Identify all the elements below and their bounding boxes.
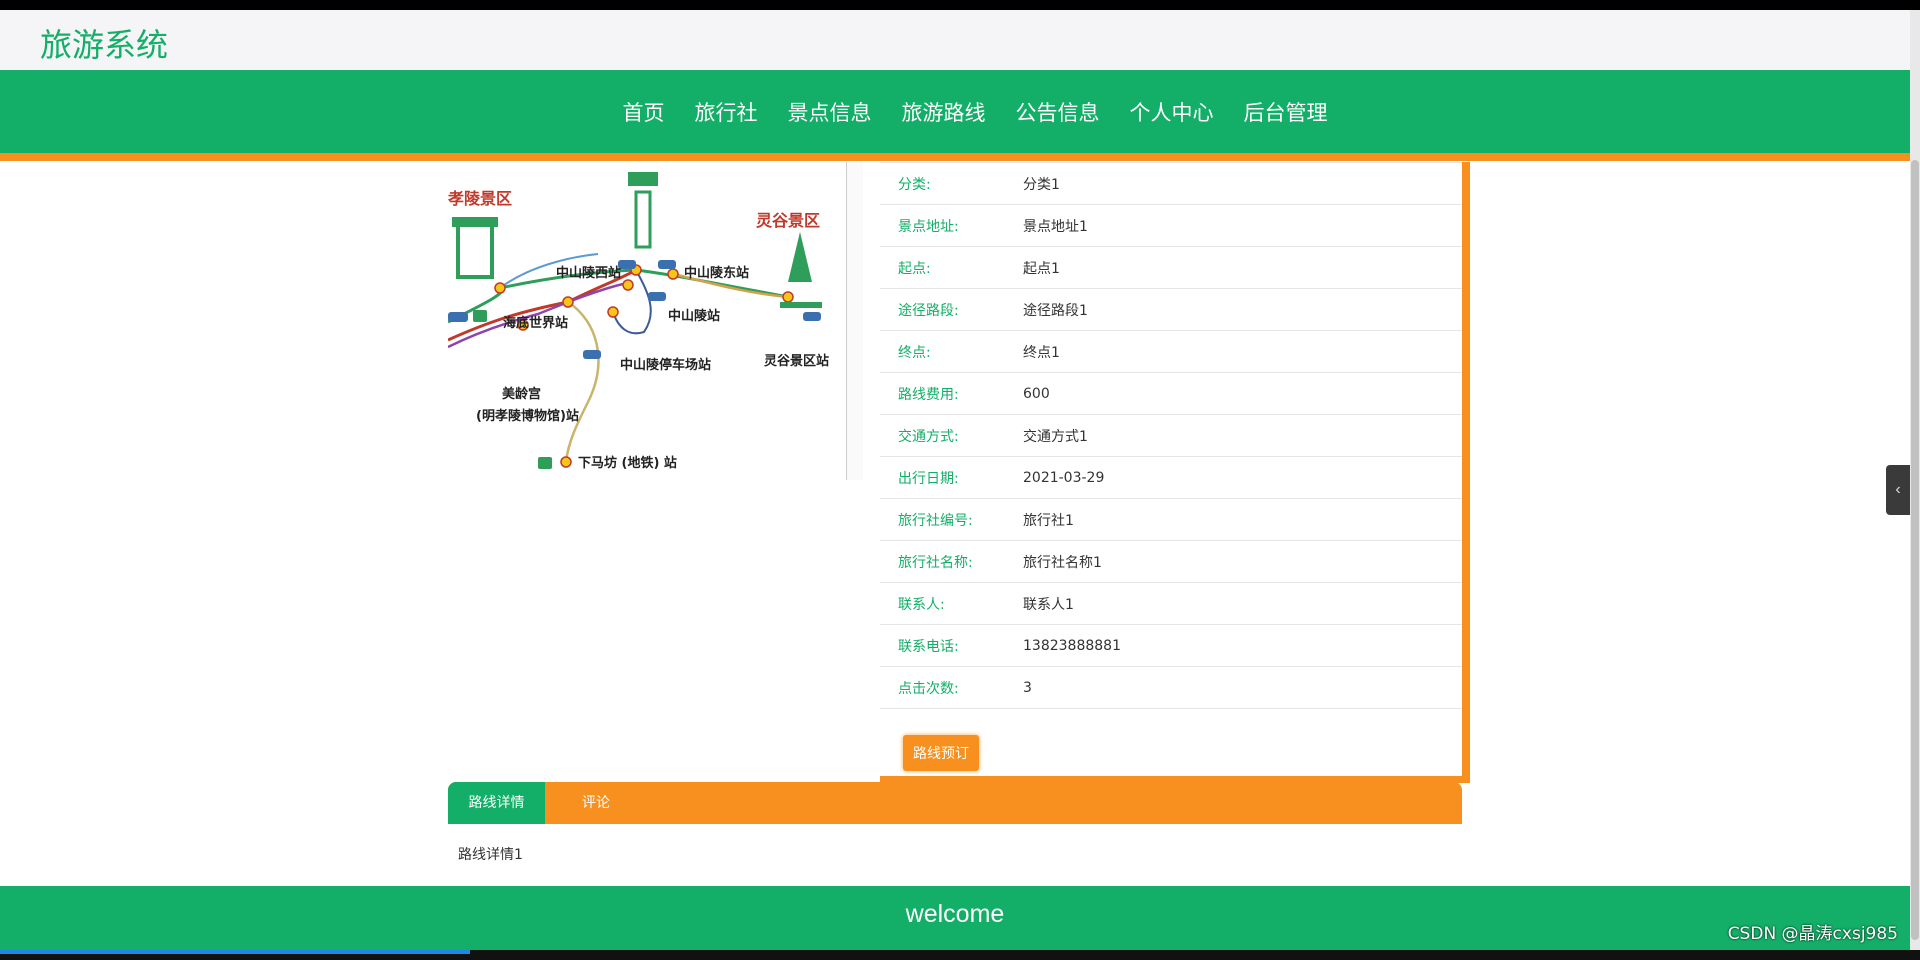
detail-row: 点击次数: 3 bbox=[880, 666, 1462, 709]
detail-value: 分类1 bbox=[1023, 176, 1060, 193]
tab-content: 路线详情1 bbox=[458, 847, 523, 863]
tab-route-details[interactable]: 路线详情 bbox=[448, 782, 545, 824]
route-map-svg: 孝陵景区 灵谷景区 中山陵西站 中山陵东站 中山陵站 海底世界站 中山陵停车场站… bbox=[448, 162, 846, 480]
map-label-parking: 中山陵停车场站 bbox=[620, 357, 711, 373]
nav-item-attractions[interactable]: 景点信息 bbox=[773, 97, 887, 127]
detail-row: 路线费用: 600 bbox=[880, 372, 1462, 414]
page-scrollbar[interactable] bbox=[1910, 10, 1920, 950]
map-label-linggu-station: 灵谷景区站 bbox=[764, 353, 829, 369]
map-label-meiling-sub: (明孝陵博物馆)站 bbox=[476, 408, 579, 424]
detail-label: 出行日期: bbox=[898, 470, 959, 487]
route-details: 分类: 分类1 景点地址: 景点地址1 起点: 起点1 途径路段: 途径路段1 … bbox=[880, 162, 1470, 783]
detail-label: 路线费用: bbox=[898, 386, 959, 403]
scrollbar-thumb[interactable] bbox=[1911, 160, 1919, 940]
detail-tabs: 路线详情 评论 bbox=[448, 782, 1462, 824]
map-label-meiling: 美龄宫 bbox=[502, 386, 541, 402]
detail-row: 终点: 终点1 bbox=[880, 330, 1462, 372]
detail-label: 景点地址: bbox=[898, 218, 959, 235]
page: 旅游系统 首页 旅行社 景点信息 旅游路线 公告信息 个人中心 后台管理 孝陵景… bbox=[0, 10, 1910, 950]
detail-label: 点击次数: bbox=[898, 680, 959, 697]
watermark: CSDN @晶涛cxsj985 bbox=[1727, 924, 1898, 944]
detail-value: 起点1 bbox=[1023, 260, 1060, 277]
nav-item-home[interactable]: 首页 bbox=[608, 97, 680, 127]
footer-text: welcome bbox=[905, 900, 1005, 928]
detail-label: 起点: bbox=[898, 260, 931, 277]
detail-label: 旅行社编号: bbox=[898, 512, 973, 529]
nav-item-profile[interactable]: 个人中心 bbox=[1115, 97, 1229, 127]
map-label-linggu: 灵谷景区 bbox=[756, 211, 820, 230]
chevron-left-icon[interactable]: ‹ bbox=[1886, 465, 1910, 515]
progress-bar bbox=[0, 950, 470, 954]
nav-bar: 首页 旅行社 景点信息 旅游路线 公告信息 个人中心 后台管理 bbox=[0, 70, 1910, 153]
detail-label: 联系电话: bbox=[898, 638, 959, 655]
detail-row: 旅行社编号: 旅行社1 bbox=[880, 498, 1462, 540]
site-title: 旅游系统 bbox=[40, 26, 169, 64]
accent-strip bbox=[0, 153, 1910, 161]
detail-value: 旅行社名称1 bbox=[1023, 554, 1102, 571]
map-label-xiamafang: 下马坊 (地铁) 站 bbox=[578, 455, 677, 471]
map-label-zsl: 中山陵站 bbox=[668, 308, 720, 324]
nav-item-routes[interactable]: 旅游路线 bbox=[887, 97, 1001, 127]
map-label-xiaoling: 孝陵景区 bbox=[448, 189, 512, 208]
detail-value: 终点1 bbox=[1023, 344, 1060, 361]
detail-value: 旅行社1 bbox=[1023, 512, 1074, 529]
detail-row: 出行日期: 2021-03-29 bbox=[880, 456, 1462, 498]
detail-value: 2021-03-29 bbox=[1023, 469, 1105, 486]
detail-row: 分类: 分类1 bbox=[880, 162, 1462, 204]
detail-label: 旅行社名称: bbox=[898, 554, 973, 571]
map-label-zsl-east: 中山陵东站 bbox=[684, 265, 749, 281]
book-route-button[interactable]: 路线预订 bbox=[903, 735, 979, 771]
detail-label: 途径路段: bbox=[898, 302, 959, 319]
detail-row: 起点: 起点1 bbox=[880, 246, 1462, 288]
detail-row: 旅行社名称: 旅行社名称1 bbox=[880, 540, 1462, 582]
tab-comments[interactable]: 评论 bbox=[545, 782, 647, 824]
bottom-bar bbox=[0, 950, 1920, 960]
detail-row: 景点地址: 景点地址1 bbox=[880, 204, 1462, 246]
map-edge bbox=[846, 162, 863, 480]
detail-row: 联系电话: 13823888881 bbox=[880, 624, 1462, 666]
detail-row: 途径路段: 途径路段1 bbox=[880, 288, 1462, 330]
route-map-image: 孝陵景区 灵谷景区 中山陵西站 中山陵东站 中山陵站 海底世界站 中山陵停车场站… bbox=[448, 162, 846, 480]
nav-item-admin[interactable]: 后台管理 bbox=[1229, 97, 1343, 127]
detail-value: 13823888881 bbox=[1023, 637, 1121, 654]
top-bar: 旅游系统 bbox=[0, 10, 1910, 70]
map-label-haidi: 海底世界站 bbox=[503, 315, 568, 331]
nav-item-agency[interactable]: 旅行社 bbox=[680, 97, 773, 127]
detail-label: 交通方式: bbox=[898, 428, 959, 445]
detail-value: 交通方式1 bbox=[1023, 428, 1088, 445]
detail-label: 分类: bbox=[898, 176, 931, 193]
nav-menu: 首页 旅行社 景点信息 旅游路线 公告信息 个人中心 后台管理 bbox=[0, 70, 1910, 153]
map-label-zsl-west: 中山陵西站 bbox=[556, 265, 621, 281]
detail-value: 联系人1 bbox=[1023, 596, 1074, 613]
detail-value: 景点地址1 bbox=[1023, 218, 1088, 235]
detail-value: 途径路段1 bbox=[1023, 302, 1088, 319]
footer: welcome bbox=[0, 886, 1910, 950]
detail-value: 600 bbox=[1023, 385, 1050, 402]
detail-label: 终点: bbox=[898, 344, 931, 361]
nav-item-notices[interactable]: 公告信息 bbox=[1001, 97, 1115, 127]
detail-row: 交通方式: 交通方式1 bbox=[880, 414, 1462, 456]
detail-label: 联系人: bbox=[898, 596, 945, 613]
detail-row: 联系人: 联系人1 bbox=[880, 582, 1462, 624]
detail-value: 3 bbox=[1023, 679, 1032, 696]
